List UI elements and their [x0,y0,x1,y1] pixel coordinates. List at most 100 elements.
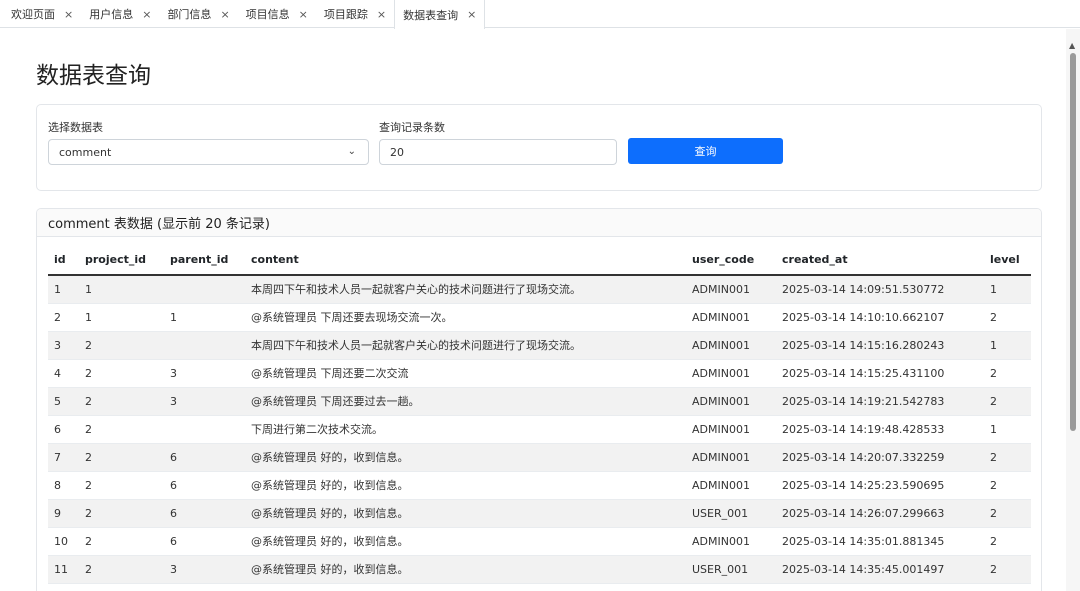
cell-user-code: ADMIN001 [686,387,776,416]
cell-id: 9 [48,499,79,528]
cell-user-code: ADMIN001 [686,331,776,360]
column-header-created-at: created_at [776,245,984,276]
tab-department-info[interactable]: 部门信息 × [159,0,237,28]
table-row: 5 2 3 @系统管理员 下周还要过去一趟。 ADMIN001 2025-03-14 14… [48,387,1031,416]
cell-user-code: USER_001 [686,555,776,584]
cell-project-id: 2 [79,415,164,444]
tab-label: 项目跟踪 [323,8,368,21]
close-icon[interactable]: × [467,8,476,21]
cell-user-code: USER_001 [686,499,776,528]
cell-id: 4 [48,359,79,388]
cell-created-at: 2025-03-14 14:25:23.590695 [776,471,984,500]
table-row: 11 2 3 @系统管理员 好的，收到信息。 USER_001 2025-03-14 14… [48,555,1031,584]
cell-content: @系统管理员 下周还要过去一趟。 [245,387,686,416]
table-row: 9 2 6 @系统管理员 好的，收到信息。 USER_001 2025-03-14 14:… [48,499,1031,528]
main-content: 数据表查询 选择数据表 comment ⌄ 查询记录条数 20 查询 comme… [0,29,1066,591]
table-select-value: comment [59,145,112,159]
close-icon[interactable]: × [142,8,151,21]
table-row: 7 2 6 @系统管理员 好的，收到信息。 ADMIN001 2025-03-14 14:… [48,443,1031,472]
cell-created-at: 2025-03-14 14:35:01.881345 [776,527,984,556]
cell-created-at: 2025-03-14 14:20:07.332259 [776,443,984,472]
cell-content: @系统管理员 下周还要二次交流 [245,359,686,388]
cell-parent-id: 6 [164,499,245,528]
record-count-value: 20 [390,145,404,159]
cell-parent-id: 6 [164,527,245,556]
cell-id: 2 [48,303,79,332]
cell-created-at: 2025-03-14 14:19:48.428533 [776,415,984,444]
cell-project-id: 2 [79,499,164,528]
record-count-input[interactable]: 20 [379,139,617,165]
query-form-card: 选择数据表 comment ⌄ 查询记录条数 20 查询 [36,104,1042,191]
column-header-parent-id: parent_id [164,245,245,276]
cell-id: 6 [48,415,79,444]
results-card: comment 表数据 (显示前 20 条记录) id project_id p… [36,208,1042,591]
close-icon[interactable]: × [220,8,229,21]
cell-id: 8 [48,471,79,500]
cell-content: @系统管理员 好的，收到信息。 [245,527,686,556]
cell-parent-id: 6 [164,443,245,472]
cell-id: 7 [48,443,79,472]
table-row: 3 2 本周四下午和技术人员一起就客户关心的技术问题进行了现场交流。 ADMIN001… [48,331,1031,360]
results-header: comment 表数据 (显示前 20 条记录) [37,209,1041,237]
table-select-label: 选择数据表 [48,121,103,134]
tab-bar: 欢迎页面 × 用户信息 × 部门信息 × 项目信息 × 项目跟踪 × 数据表查询… [0,0,1080,29]
vertical-scrollbar[interactable]: ▲ [1066,29,1080,591]
cell-parent-id: 3 [164,387,245,416]
tab-welcome[interactable]: 欢迎页面 × [3,0,81,28]
cell-created-at: 2025-03-14 14:09:51.530772 [776,275,984,304]
cell-project-id: 2 [79,471,164,500]
cell-created-at: 2025-03-14 14:19:21.542783 [776,387,984,416]
cell-id: 5 [48,387,79,416]
tab-project-info[interactable]: 项目信息 × [238,0,316,28]
cell-project-id: 1 [79,303,164,332]
close-icon[interactable]: × [377,8,386,21]
tab-table-query[interactable]: 数据表查询 × [394,0,486,29]
query-button[interactable]: 查询 [628,138,783,164]
cell-project-id: 2 [79,359,164,388]
cell-user-code: ADMIN001 [686,303,776,332]
table-row: 8 2 6 @系统管理员 好的，收到信息。 ADMIN001 2025-03-14 14:… [48,471,1031,500]
page-title: 数据表查询 [36,63,151,89]
scrollbar-thumb[interactable] [1070,53,1076,431]
column-header-project-id: project_id [79,245,164,276]
cell-level: 1 [984,275,1031,304]
scroll-up-arrow-icon[interactable]: ▲ [1069,41,1075,50]
cell-level: 2 [984,359,1031,388]
cell-created-at: 2025-03-14 14:35:45.001497 [776,555,984,584]
results-table: id project_id parent_id content user_cod… [48,245,1031,584]
cell-created-at: 2025-03-14 14:10:10.662107 [776,303,984,332]
cell-parent-id [164,331,245,360]
close-icon[interactable]: × [64,8,73,21]
cell-user-code: ADMIN001 [686,359,776,388]
table-row: 4 2 3 @系统管理员 下周还要二次交流 ADMIN001 2025-03-14 14:… [48,359,1031,388]
cell-parent-id: 3 [164,555,245,584]
cell-level: 1 [984,415,1031,444]
cell-id: 11 [48,555,79,584]
cell-user-code: ADMIN001 [686,275,776,304]
cell-created-at: 2025-03-14 14:26:07.299663 [776,499,984,528]
cell-level: 2 [984,387,1031,416]
cell-level: 2 [984,527,1031,556]
cell-level: 2 [984,471,1031,500]
cell-user-code: ADMIN001 [686,415,776,444]
cell-level: 2 [984,555,1031,584]
cell-id: 3 [48,331,79,360]
column-header-user-code: user_code [686,245,776,276]
column-header-content: content [245,245,686,276]
table-select[interactable]: comment ⌄ [48,139,369,165]
cell-parent-id: 3 [164,359,245,388]
cell-project-id: 1 [79,275,164,304]
tab-project-tracking[interactable]: 项目跟踪 × [316,0,394,28]
cell-content: 下周进行第二次技术交流。 [245,415,686,444]
cell-project-id: 2 [79,387,164,416]
table-row: 6 2 下周进行第二次技术交流。 ADMIN001 2025-03-14 14:19:4… [48,415,1031,444]
cell-user-code: ADMIN001 [686,471,776,500]
cell-created-at: 2025-03-14 14:15:16.280243 [776,331,984,360]
tab-user-info[interactable]: 用户信息 × [81,0,159,28]
table-row: 1 1 本周四下午和技术人员一起就客户关心的技术问题进行了现场交流。 ADMIN001… [48,275,1031,304]
close-icon[interactable]: × [299,8,308,21]
cell-user-code: ADMIN001 [686,443,776,472]
cell-parent-id: 1 [164,303,245,332]
cell-content: 本周四下午和技术人员一起就客户关心的技术问题进行了现场交流。 [245,275,686,304]
cell-content: @系统管理员 好的，收到信息。 [245,555,686,584]
